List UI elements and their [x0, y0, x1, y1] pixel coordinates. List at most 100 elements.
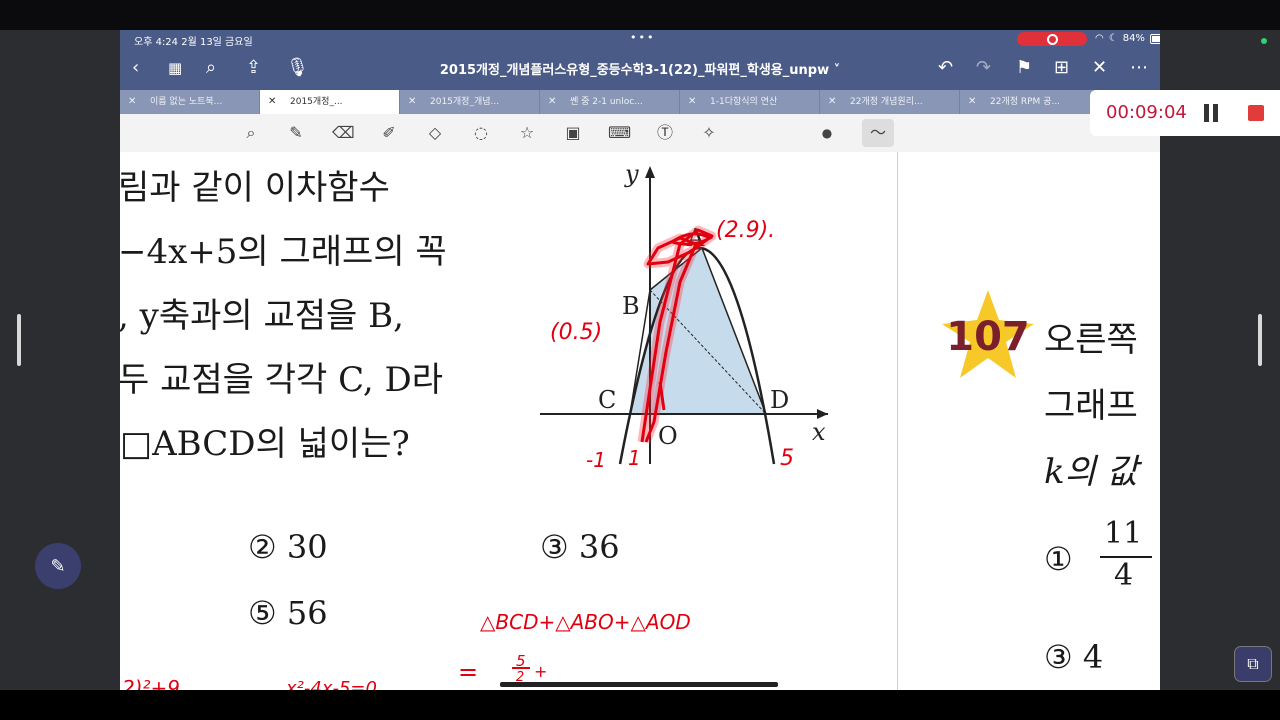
keyboard-icon[interactable]: ⌨ — [608, 122, 631, 144]
multitask-dots[interactable]: ••• — [630, 31, 655, 44]
pencil-icon: ✎ — [50, 555, 66, 577]
next-problem-line-1: 오른쪽 — [1044, 320, 1138, 360]
note-left-fragment: 2)²+9 — [122, 676, 181, 690]
y-axis-label: y — [624, 160, 639, 188]
screen-mirror-button[interactable]: ⧉ — [1234, 646, 1272, 682]
notes-app-window: 오후 4:24 2월 13일 금요일 ••• ◠ ☾ 84% ‹ ▦ ⌕ ⇪ 🎙… — [120, 30, 1160, 690]
tab-item[interactable]: ✕ 22개정 개념원리... — [820, 90, 960, 114]
tab-close-icon[interactable]: ✕ — [408, 90, 416, 114]
bookmark-icon[interactable]: ⚑ — [1016, 58, 1032, 78]
sticker-icon[interactable]: ☆ — [516, 122, 538, 144]
point-b-label: B — [622, 292, 640, 320]
tab-close-icon[interactable]: ✕ — [268, 90, 276, 114]
pause-icon[interactable] — [1204, 104, 1218, 122]
tab-label: 쎈 중 2-1 unloc... — [570, 97, 643, 107]
mic-icon[interactable]: 🎙 — [286, 58, 309, 78]
tab-close-icon[interactable]: ✕ — [688, 90, 696, 114]
point-d-label: D — [770, 386, 789, 414]
point-c-label: C — [598, 386, 616, 414]
cast-icon: ⧉ — [1247, 654, 1259, 673]
tab-close-icon[interactable]: ✕ — [828, 90, 836, 114]
pen-size-dot-icon[interactable]: ● — [816, 122, 838, 144]
lasso-text-icon[interactable]: ⌕ — [240, 122, 262, 144]
problem-number-badge: 107 — [942, 290, 1034, 378]
search-icon[interactable]: ⌕ — [206, 58, 216, 78]
highlighter-icon[interactable]: ✐ — [378, 122, 400, 144]
tab-close-icon[interactable]: ✕ — [968, 90, 976, 114]
next-choice-3[interactable]: ③ 4 — [1044, 638, 1103, 676]
stroke-style-icon[interactable]: 〜 — [862, 119, 894, 147]
origin-label: O — [658, 422, 678, 450]
moon-icon: ☾ — [1108, 33, 1118, 44]
grid-icon[interactable]: ▦ — [168, 58, 182, 78]
tab-label: 1-1다항식의 연산 — [710, 97, 778, 107]
left-drag-handle[interactable] — [17, 314, 21, 366]
next-choice-1-numerator: 11 — [1104, 516, 1143, 551]
pen-icon[interactable]: ✎ — [285, 122, 307, 144]
undo-icon[interactable]: ↶ — [938, 58, 953, 78]
tab-label: 이름 없는 노트북... — [150, 97, 223, 107]
note-c-tick: -1 — [586, 448, 606, 472]
page-content: 림과 같이 이차함수 −4x+5의 그래프의 꼭 , y축과의 교점을 B, 두… — [120, 152, 1160, 690]
laser-pointer-icon[interactable]: ✧ — [698, 122, 720, 144]
pencil-float-button[interactable]: ✎ — [35, 543, 81, 589]
tab-label: 22개정 개념원리... — [850, 97, 923, 107]
note-quadratic-equation: x²-4x-5=0 — [286, 678, 377, 690]
eraser-icon[interactable]: ⌫ — [332, 122, 355, 144]
record-icon — [1046, 33, 1058, 45]
note-plus: + — [534, 662, 548, 681]
problem-number: 107 — [946, 314, 1030, 360]
more-icon[interactable]: ⋯ — [1130, 58, 1148, 78]
next-choice-1-denominator: 4 — [1114, 558, 1134, 593]
timer-value: 00:09:04 — [1106, 102, 1187, 123]
recording-timer-panel: 00:09:04 — [1090, 90, 1280, 136]
y-axis-arrow — [645, 166, 655, 178]
drawing-toolbar: ⌕ ✎ ⌫ ✐ ◇ ◌ ☆ ▣ ⌨ Ⓣ ✧ ● 〜 — [120, 114, 1160, 153]
bottom-letterbox — [0, 690, 1280, 720]
battery-percent: 84% — [1122, 33, 1145, 44]
tab-close-icon[interactable]: ✕ — [128, 90, 136, 114]
next-problem-line-3: k의 값 — [1044, 452, 1138, 492]
note-one: 1 — [628, 446, 641, 470]
nav-bar: ‹ ▦ ⌕ ⇪ 🎙 2015개정_개념플러스유형_중등수학3-1(22)_파워편… — [120, 48, 1160, 90]
next-problem-line-2: 그래프 — [1044, 386, 1138, 426]
back-icon[interactable]: ‹ — [132, 58, 139, 78]
screen-record-pill[interactable] — [1017, 32, 1087, 46]
close-icon[interactable]: ✕ — [1092, 58, 1107, 78]
wifi-icon: ◠ — [1095, 33, 1104, 44]
note-b-coordinate: (0.5) — [550, 320, 603, 345]
tab-close-icon[interactable]: ✕ — [548, 90, 556, 114]
right-drag-handle[interactable] — [1258, 314, 1262, 366]
redo-icon[interactable]: ↷ — [976, 58, 991, 78]
camera-indicator-dot — [1261, 38, 1267, 44]
note-equals: = — [458, 658, 479, 686]
tab-label: 22개정 RPM 공... — [990, 97, 1061, 107]
note-d-tick: 5 — [780, 446, 794, 471]
stop-icon[interactable] — [1248, 105, 1264, 121]
tab-item[interactable]: ✕ 2015개정_개념... — [400, 90, 540, 114]
battery-icon — [1149, 33, 1160, 44]
status-right: ◠ ☾ 84% — [1095, 33, 1160, 44]
status-bar: 오후 4:24 2월 13일 금요일 ••• ◠ ☾ 84% — [120, 30, 1160, 48]
add-page-icon[interactable]: ⊞ — [1054, 58, 1069, 78]
share-icon[interactable]: ⇪ — [246, 58, 261, 78]
tab-item-active[interactable]: ✕ 2015개정_... — [260, 90, 400, 114]
tab-item[interactable]: ✕ 쎈 중 2-1 unloc... — [540, 90, 680, 114]
tab-item[interactable]: ✕ 1-1다항식의 연산 — [680, 90, 820, 114]
tab-label: 2015개정_... — [290, 97, 343, 107]
status-time: 오후 4:24 2월 13일 금요일 — [134, 37, 253, 48]
textbox-icon[interactable]: Ⓣ — [654, 122, 676, 144]
next-choice-1-label[interactable]: ① — [1044, 540, 1073, 578]
note-frac-bar — [512, 667, 530, 669]
tab-item[interactable]: ✕ 이름 없는 노트북... — [120, 90, 260, 114]
note-a-coordinate: (2.9). — [716, 218, 776, 243]
image-icon[interactable]: ▣ — [562, 122, 584, 144]
document-title[interactable]: 2015개정_개념플러스유형_중등수학3-1(22)_파워편_학생용_unpw … — [420, 59, 860, 78]
tab-label: 2015개정_개념... — [430, 97, 500, 107]
shapes-icon[interactable]: ◇ — [424, 122, 446, 144]
x-axis-label: x — [812, 418, 826, 446]
tab-bar: ✕ 이름 없는 노트북... ✕ 2015개정_... ✕ 2015개정_개념... … — [120, 90, 1160, 114]
lasso-icon[interactable]: ◌ — [470, 122, 492, 144]
horizontal-scroll-indicator[interactable] — [500, 682, 778, 687]
left-margin: ✎ — [0, 30, 120, 690]
